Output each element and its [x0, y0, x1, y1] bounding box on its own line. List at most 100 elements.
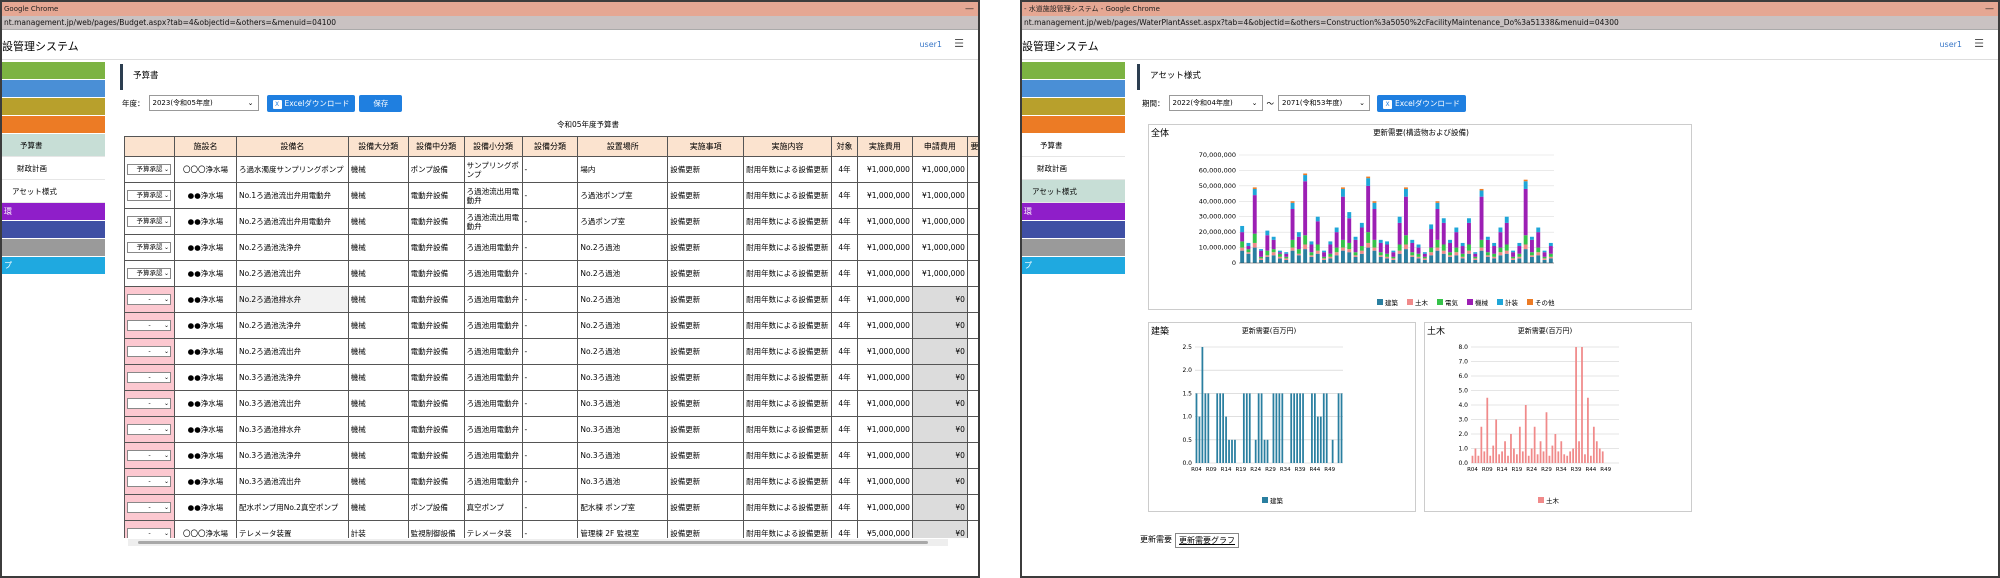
cell-applied[interactable]: ¥1,000,000: [911, 260, 968, 287]
sidebar-item-financial-plan[interactable]: 財政計画: [2, 157, 105, 180]
sidebar-group-3[interactable]: [1022, 98, 1125, 116]
status-select[interactable]: - ⌄: [127, 528, 171, 538]
sidebar-item-budget[interactable]: 予算書: [1022, 134, 1125, 157]
cell-applied[interactable]: ¥1,000,000: [911, 156, 968, 183]
horizontal-scrollbar[interactable]: [128, 539, 948, 546]
bar-電気: [1378, 252, 1383, 256]
status-select[interactable]: - ⌄: [127, 398, 171, 409]
status-select[interactable]: - ⌄: [127, 294, 171, 305]
cell-applied[interactable]: ¥0: [911, 312, 968, 339]
cell-minor: サンプリングポンプ: [463, 156, 523, 183]
x-tick-label: R19: [1511, 467, 1522, 473]
cell-action: 設備更新: [667, 416, 745, 443]
status-select[interactable]: 予算承認 ⌄: [127, 164, 171, 175]
address-bar[interactable]: nt.management.jp/web/pages/Budget.aspx?t…: [2, 16, 978, 30]
period-to-select[interactable]: 2071(令和53年度) ⌄: [1278, 95, 1370, 111]
bar-計装: [1429, 224, 1434, 230]
cell-applied[interactable]: ¥1,000,000: [911, 182, 968, 209]
sidebar-item-asset[interactable]: アセット様式: [1022, 180, 1125, 203]
cell-facility: ●●浄水場: [173, 234, 237, 261]
minimize-button[interactable]: —: [1985, 2, 1994, 16]
cell-applied[interactable]: ¥0: [911, 494, 968, 521]
cell-applied[interactable]: ¥0: [911, 286, 968, 313]
sidebar-group-environment[interactable]: 環: [2, 203, 105, 221]
cell-middle: 電動弁設備: [407, 234, 465, 261]
sidebar-group-7[interactable]: [2, 239, 105, 257]
sidebar-group-8[interactable]: プ: [1022, 257, 1125, 275]
cell-facility: ●●浄水場: [173, 364, 237, 391]
bar-機械: [1511, 252, 1515, 257]
sidebar-group-2[interactable]: [2, 80, 105, 98]
period-from-select[interactable]: 2022(令和04年度) ⌄: [1168, 95, 1263, 111]
bar-建築: [1311, 393, 1313, 463]
status-select[interactable]: - ⌄: [127, 424, 171, 435]
status-select[interactable]: - ⌄: [127, 372, 171, 383]
menu-icon[interactable]: ☰: [1974, 37, 1984, 50]
cell-applied[interactable]: ¥0: [911, 338, 968, 365]
cell-applied[interactable]: ¥0: [911, 468, 968, 495]
bar-その他: [1404, 187, 1408, 189]
excel-download-button[interactable]: X Excelダウンロード: [266, 94, 356, 112]
address-bar[interactable]: nt.management.jp/web/pages/WaterPlantAss…: [1022, 16, 1998, 30]
status-cell: - ⌄: [124, 312, 175, 339]
cell-cost: ¥1,000,000: [856, 156, 913, 183]
sidebar-group-4[interactable]: [2, 116, 105, 134]
tab-renewal-demand-graph[interactable]: 更新需要グラフ: [1175, 533, 1239, 548]
status-select[interactable]: 予算承認 ⌄: [127, 190, 171, 201]
sidebar-group-4[interactable]: [1022, 116, 1125, 134]
sidebar-group-8[interactable]: プ: [2, 257, 105, 275]
sidebar-group-environment[interactable]: 環: [1022, 203, 1125, 221]
minimize-button[interactable]: —: [965, 2, 974, 16]
cell-content: 耐用年数による設備更新: [743, 234, 832, 261]
bar-土木: [1435, 247, 1440, 251]
x-tick-label: R29: [1265, 467, 1276, 473]
cell-applied[interactable]: ¥0: [911, 416, 968, 443]
sidebar-item-asset[interactable]: アセット様式: [2, 180, 105, 203]
bar-土木: [1252, 242, 1257, 248]
cell-applied[interactable]: ¥1,000,000: [911, 234, 968, 261]
sidebar-group-1[interactable]: [2, 62, 105, 80]
user-link[interactable]: user1: [919, 40, 942, 49]
bar-建築: [1293, 393, 1296, 463]
bar-機械: [1485, 239, 1490, 253]
user-link[interactable]: user1: [1939, 40, 1962, 49]
cell-applied[interactable]: ¥0: [911, 390, 968, 417]
status-select[interactable]: - ⌄: [127, 450, 171, 461]
sidebar-group-6[interactable]: [1022, 221, 1125, 239]
status-select[interactable]: - ⌄: [127, 346, 171, 357]
tab-renewal-demand[interactable]: 更新需要: [1140, 533, 1175, 548]
bar-機械: [1240, 232, 1245, 242]
status-select[interactable]: 予算承認 ⌄: [127, 268, 171, 279]
cell-applied[interactable]: ¥0: [911, 520, 968, 538]
menu-icon[interactable]: ☰: [954, 37, 964, 50]
excel-download-button[interactable]: X Excelダウンロード: [1377, 94, 1466, 112]
scrollbar-thumb[interactable]: [138, 541, 928, 544]
x-tick-label: R34: [1280, 467, 1291, 473]
cell-minor: ろ過池流出用電動弁: [463, 208, 523, 235]
cell-cost: ¥1,000,000: [856, 416, 913, 443]
sidebar-item-financial-plan[interactable]: 財政計画: [1022, 157, 1125, 180]
status-select[interactable]: - ⌄: [127, 320, 171, 331]
cell-action: 設備更新: [667, 312, 745, 339]
sidebar-group-3[interactable]: [2, 98, 105, 116]
sidebar-group-2[interactable]: [1022, 80, 1125, 98]
cell-equipment: No.3ろ過池洗浄弁: [235, 364, 349, 391]
sidebar-group-7[interactable]: [1022, 239, 1125, 257]
status-select[interactable]: 予算承認 ⌄: [127, 242, 171, 253]
year-select[interactable]: 2023(令和05年度) ⌄: [148, 95, 259, 111]
cell-applied[interactable]: ¥0: [911, 442, 968, 469]
cell-applied[interactable]: ¥0: [911, 364, 968, 391]
sidebar-group-6[interactable]: [2, 221, 105, 239]
cell-content: 耐用年数による設備更新: [743, 416, 832, 443]
bar-機械: [1252, 195, 1257, 234]
bar-土木: [1551, 445, 1554, 463]
cell-applied[interactable]: ¥1,000,000: [911, 208, 968, 235]
cell-action: 設備更新: [667, 208, 745, 235]
save-button[interactable]: 保存: [359, 94, 403, 112]
status-select[interactable]: 予算承認 ⌄: [127, 216, 171, 227]
sidebar-item-budget[interactable]: 予算書: [2, 134, 105, 157]
sidebar-group-1[interactable]: [1022, 62, 1125, 80]
status-select[interactable]: - ⌄: [127, 476, 171, 487]
status-select[interactable]: - ⌄: [127, 502, 171, 513]
bar-建築: [1328, 258, 1333, 263]
